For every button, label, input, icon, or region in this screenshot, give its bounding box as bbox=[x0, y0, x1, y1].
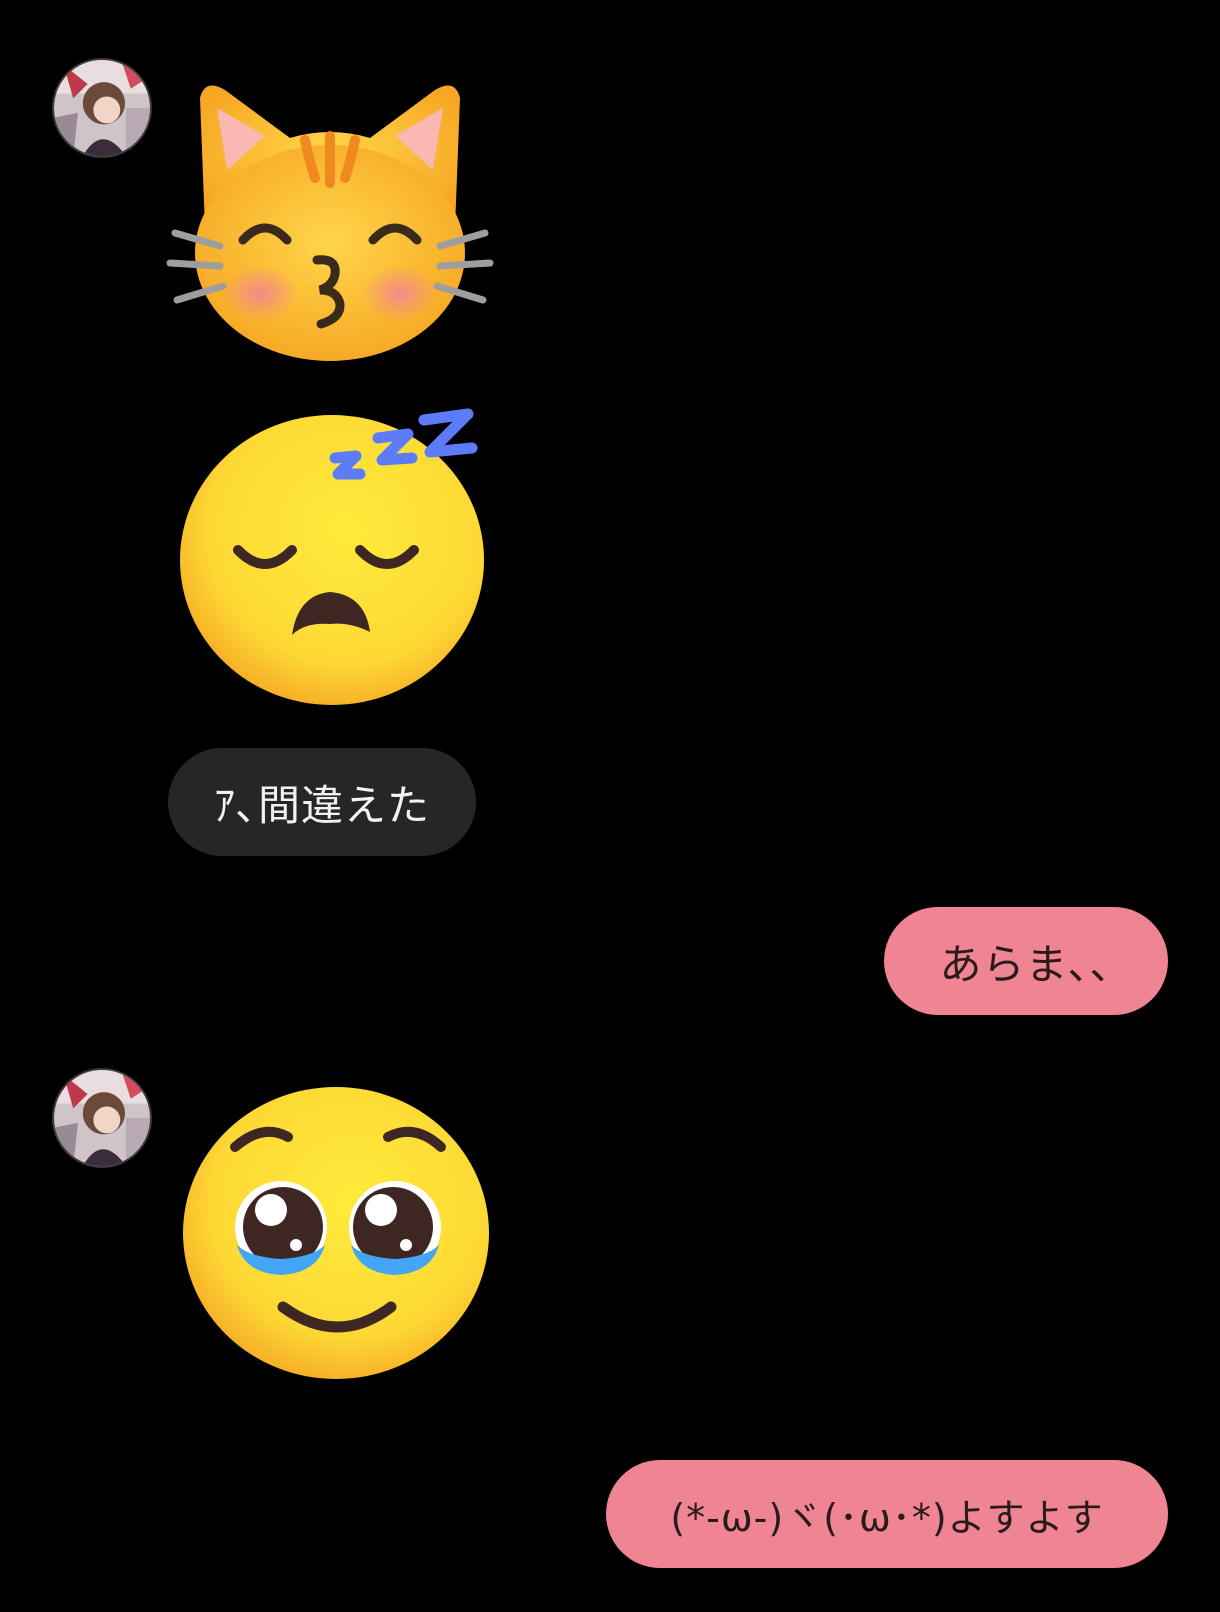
message-bubble-incoming[interactable]: ｱ､間違えた bbox=[168, 748, 476, 856]
avatar-image bbox=[54, 60, 150, 156]
pleading-face-icon bbox=[183, 1087, 489, 1379]
chat-thread: ｱ､間違えた あらま､､ (*-ω-)ヾ(･ω･*)よすよす bbox=[0, 0, 1220, 1612]
avatar-image bbox=[54, 1070, 150, 1166]
sleeping-face-icon bbox=[180, 408, 484, 705]
message-emoji[interactable] bbox=[183, 1085, 493, 1381]
message-emoji[interactable] bbox=[180, 400, 500, 710]
kissing-cat-icon bbox=[166, 85, 494, 361]
message-emoji[interactable] bbox=[165, 78, 495, 368]
contact-avatar[interactable] bbox=[52, 1068, 152, 1168]
message-text: あらま､､ bbox=[939, 939, 1113, 989]
message-bubble-outgoing[interactable]: あらま､､ bbox=[884, 907, 1168, 1015]
contact-avatar[interactable] bbox=[52, 58, 152, 158]
message-text: (*-ω-)ヾ(･ω･*)よすよす bbox=[670, 1495, 1104, 1540]
message-bubble-outgoing[interactable]: (*-ω-)ヾ(･ω･*)よすよす bbox=[606, 1460, 1168, 1568]
message-text: ｱ､間違えた bbox=[213, 780, 430, 830]
